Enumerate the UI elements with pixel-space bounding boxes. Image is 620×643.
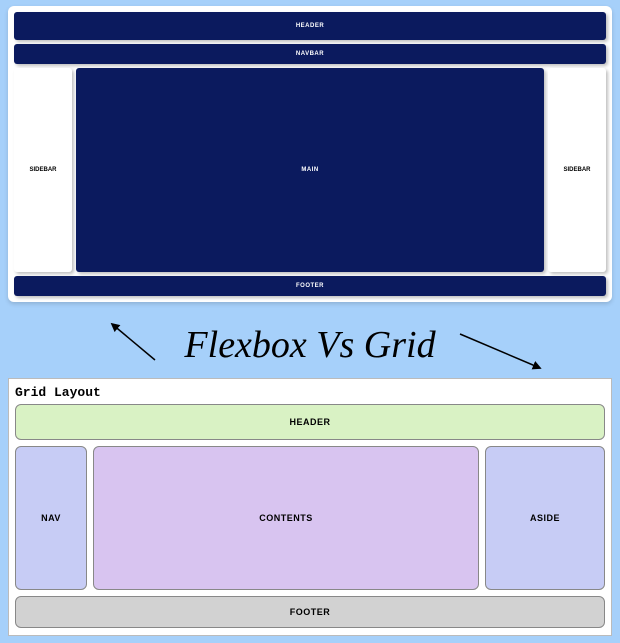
grid-footer: FOOTER: [15, 596, 605, 628]
flexbox-navbar: NAVBAR: [14, 44, 606, 64]
grid-layout-title: Grid Layout: [15, 385, 605, 400]
flexbox-footer: FOOTER: [14, 276, 606, 296]
grid-nav: NAV: [15, 446, 87, 590]
comparison-title-wrap: Flexbox Vs Grid: [0, 318, 620, 372]
arrow-to-grid: [460, 334, 540, 368]
grid-aside: ASIDE: [485, 446, 605, 590]
arrow-to-flexbox: [112, 324, 155, 360]
flexbox-middle-row: SIDEBAR MAIN SIDEBAR: [14, 68, 606, 272]
grid-container: HEADER NAV CONTENTS ASIDE FOOTER: [15, 404, 605, 628]
grid-header: HEADER: [15, 404, 605, 440]
flexbox-layout-panel: HEADER NAVBAR SIDEBAR MAIN SIDEBAR FOOTE…: [8, 6, 612, 302]
comparison-title: Flexbox Vs Grid: [184, 323, 435, 367]
flexbox-header: HEADER: [14, 12, 606, 40]
grid-layout-panel: Grid Layout HEADER NAV CONTENTS ASIDE FO…: [8, 378, 612, 636]
flexbox-main: MAIN: [76, 68, 544, 272]
grid-contents: CONTENTS: [93, 446, 479, 590]
flexbox-sidebar-left: SIDEBAR: [14, 68, 72, 272]
flexbox-sidebar-right: SIDEBAR: [548, 68, 606, 272]
